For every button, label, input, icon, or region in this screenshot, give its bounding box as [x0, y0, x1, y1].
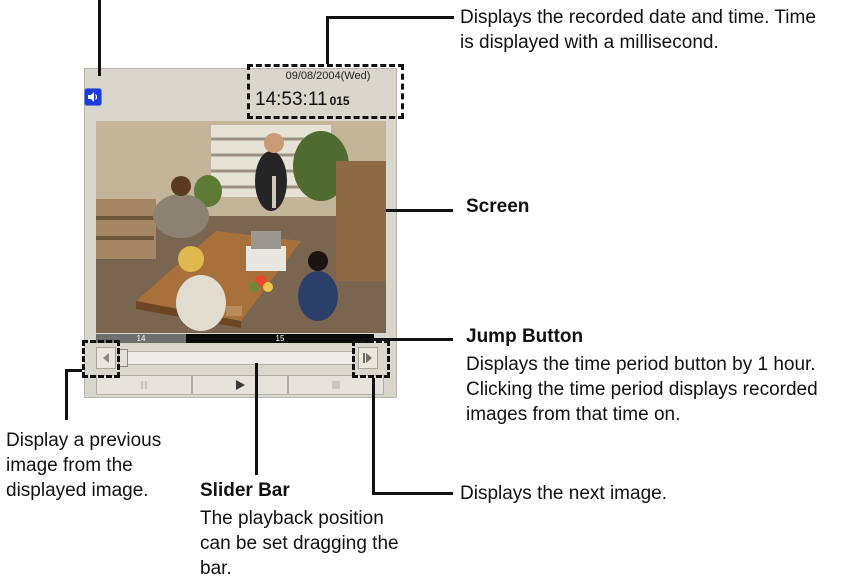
slider-annotation-title: Slider Bar	[200, 480, 290, 501]
play-icon	[236, 380, 245, 390]
pause-icon	[141, 381, 147, 389]
next-callout-line-v	[372, 378, 375, 495]
prev-button-highlight	[82, 340, 120, 378]
datetime-callout-line-v	[326, 16, 329, 64]
datetime-highlight	[247, 64, 404, 119]
speaker-icon[interactable]	[84, 88, 102, 106]
jump-button-bar: 14 15	[96, 334, 374, 343]
slider-track[interactable]	[118, 351, 354, 365]
play-button[interactable]	[192, 375, 288, 395]
jump-callout-line	[374, 338, 453, 341]
jump-button-hour-15[interactable]: 15	[186, 334, 374, 343]
screen-image	[96, 121, 386, 333]
next-callout-line-h	[372, 492, 453, 495]
pause-button[interactable]	[96, 375, 192, 395]
jump-button-annotation-title: Jump Button	[466, 326, 584, 347]
datetime-callout-line-h	[326, 16, 454, 19]
prev-annotation: Display a previous image from the displa…	[6, 430, 162, 501]
slider-callout-line	[255, 363, 258, 475]
stop-button[interactable]	[288, 375, 384, 395]
datetime-annotation: Displays the recorded date and time. Tim…	[460, 7, 816, 53]
jump-button-annotation: Displays the time period button by 1 hou…	[466, 354, 818, 425]
next-button-highlight	[352, 340, 390, 378]
next-annotation: Displays the next image.	[460, 483, 667, 504]
slider-annotation: The playback position can be set draggin…	[200, 508, 399, 579]
speaker-callout-line	[98, 0, 101, 76]
playback-controls	[96, 375, 384, 395]
prev-callout-line-v	[65, 369, 68, 420]
screen-callout-line	[386, 209, 453, 212]
screen-annotation-title: Screen	[466, 196, 530, 217]
stop-icon	[332, 381, 340, 389]
screen	[96, 121, 386, 333]
